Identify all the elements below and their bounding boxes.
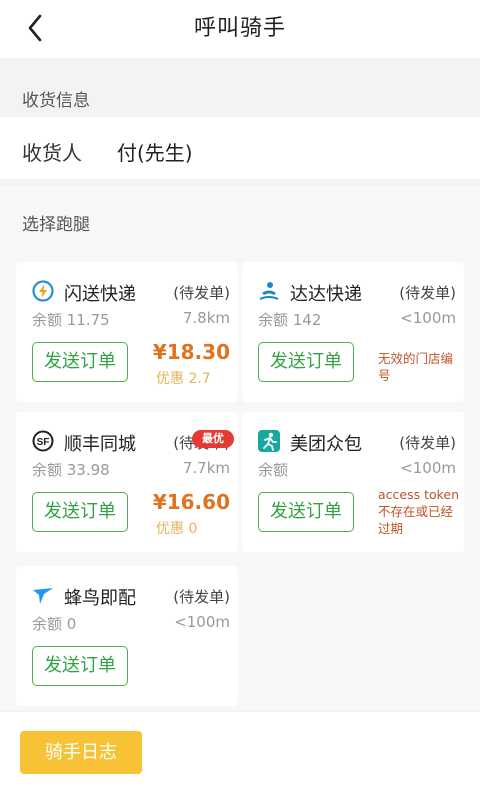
courier-discount: 优惠 0 bbox=[156, 521, 198, 537]
courier-name: 顺丰同城 bbox=[64, 434, 136, 455]
courier-card-shansong: 闪送快递 (待发单) 余额 11.75 7.8km 发送订单 ¥18.30 优惠… bbox=[16, 262, 238, 402]
courier-balance: 余额 11.75 bbox=[32, 311, 110, 329]
best-badge: 最优 bbox=[192, 430, 234, 448]
courier-balance: 余额 142 bbox=[258, 311, 322, 329]
courier-balance: 余额 33.98 bbox=[32, 461, 110, 479]
courier-balance: 余额 bbox=[258, 461, 289, 479]
courier-price: ¥18.30 bbox=[152, 340, 230, 364]
courier-card-meituan: 美团众包 (待发单) 余额 <100m 发送订单 access token 不存… bbox=[242, 412, 464, 552]
courier-name: 美团众包 bbox=[290, 434, 362, 455]
courier-name: 闪送快递 bbox=[64, 284, 136, 305]
send-order-button[interactable]: 发送订单 bbox=[32, 492, 128, 532]
hummingbird-icon bbox=[33, 588, 53, 604]
dada-runner-icon bbox=[259, 282, 279, 300]
courier-distance: 7.8km bbox=[182, 309, 230, 327]
courier-name: 达达快递 bbox=[290, 284, 362, 305]
receiver-label: 收货人 bbox=[22, 141, 82, 165]
courier-balance: 余额 0 bbox=[32, 615, 77, 633]
courier-distance: 7.7km bbox=[182, 459, 230, 477]
rider-log-button[interactable]: 骑手日志 bbox=[20, 731, 142, 774]
courier-status: (待发单) bbox=[399, 284, 456, 302]
courier-error: access token 不存在或已经过期 bbox=[378, 487, 460, 536]
courier-card-dada: 达达快递 (待发单) 余额 142 <100m 发送订单 无效的门店编号 bbox=[242, 262, 464, 402]
svg-text:SF: SF bbox=[37, 437, 50, 448]
receiver-section-title: 收货信息 bbox=[22, 91, 90, 111]
top-bar: 呼叫骑手 bbox=[0, 0, 480, 58]
courier-distance: <100m bbox=[400, 309, 456, 327]
courier-distance: <100m bbox=[174, 613, 230, 631]
courier-error: 无效的门店编号 bbox=[378, 351, 454, 383]
courier-discount: 优惠 2.7 bbox=[156, 371, 211, 387]
sf-logo-icon: SF bbox=[32, 430, 54, 452]
send-order-button[interactable]: 发送订单 bbox=[32, 342, 128, 382]
meituan-runner-icon bbox=[258, 430, 280, 452]
send-order-button[interactable]: 发送订单 bbox=[32, 646, 128, 686]
page-title: 呼叫骑手 bbox=[193, 16, 286, 41]
courier-name: 蜂鸟即配 bbox=[64, 588, 136, 609]
courier-price: ¥16.60 bbox=[152, 490, 230, 514]
send-order-button[interactable]: 发送订单 bbox=[258, 342, 354, 382]
lightning-circle-icon bbox=[32, 280, 54, 302]
receiver-name: 付(先生) bbox=[117, 141, 193, 165]
courier-distance: <100m bbox=[400, 459, 456, 477]
courier-card-fengniao: 蜂鸟即配 (待发单) 余额 0 <100m 发送订单 bbox=[16, 566, 238, 706]
courier-status: (待发单) bbox=[399, 434, 456, 452]
courier-status: (待发单) bbox=[173, 588, 230, 606]
send-order-button[interactable]: 发送订单 bbox=[258, 492, 354, 532]
receiver-row: 收货人 付(先生) bbox=[0, 117, 480, 179]
runner-section-title: 选择跑腿 bbox=[22, 215, 90, 235]
courier-status: (待发单) bbox=[173, 284, 230, 302]
courier-card-sf: SF 顺丰同城 (待发单) 最优 余额 33.98 7.7km 发送订单 ¥16… bbox=[16, 412, 238, 552]
